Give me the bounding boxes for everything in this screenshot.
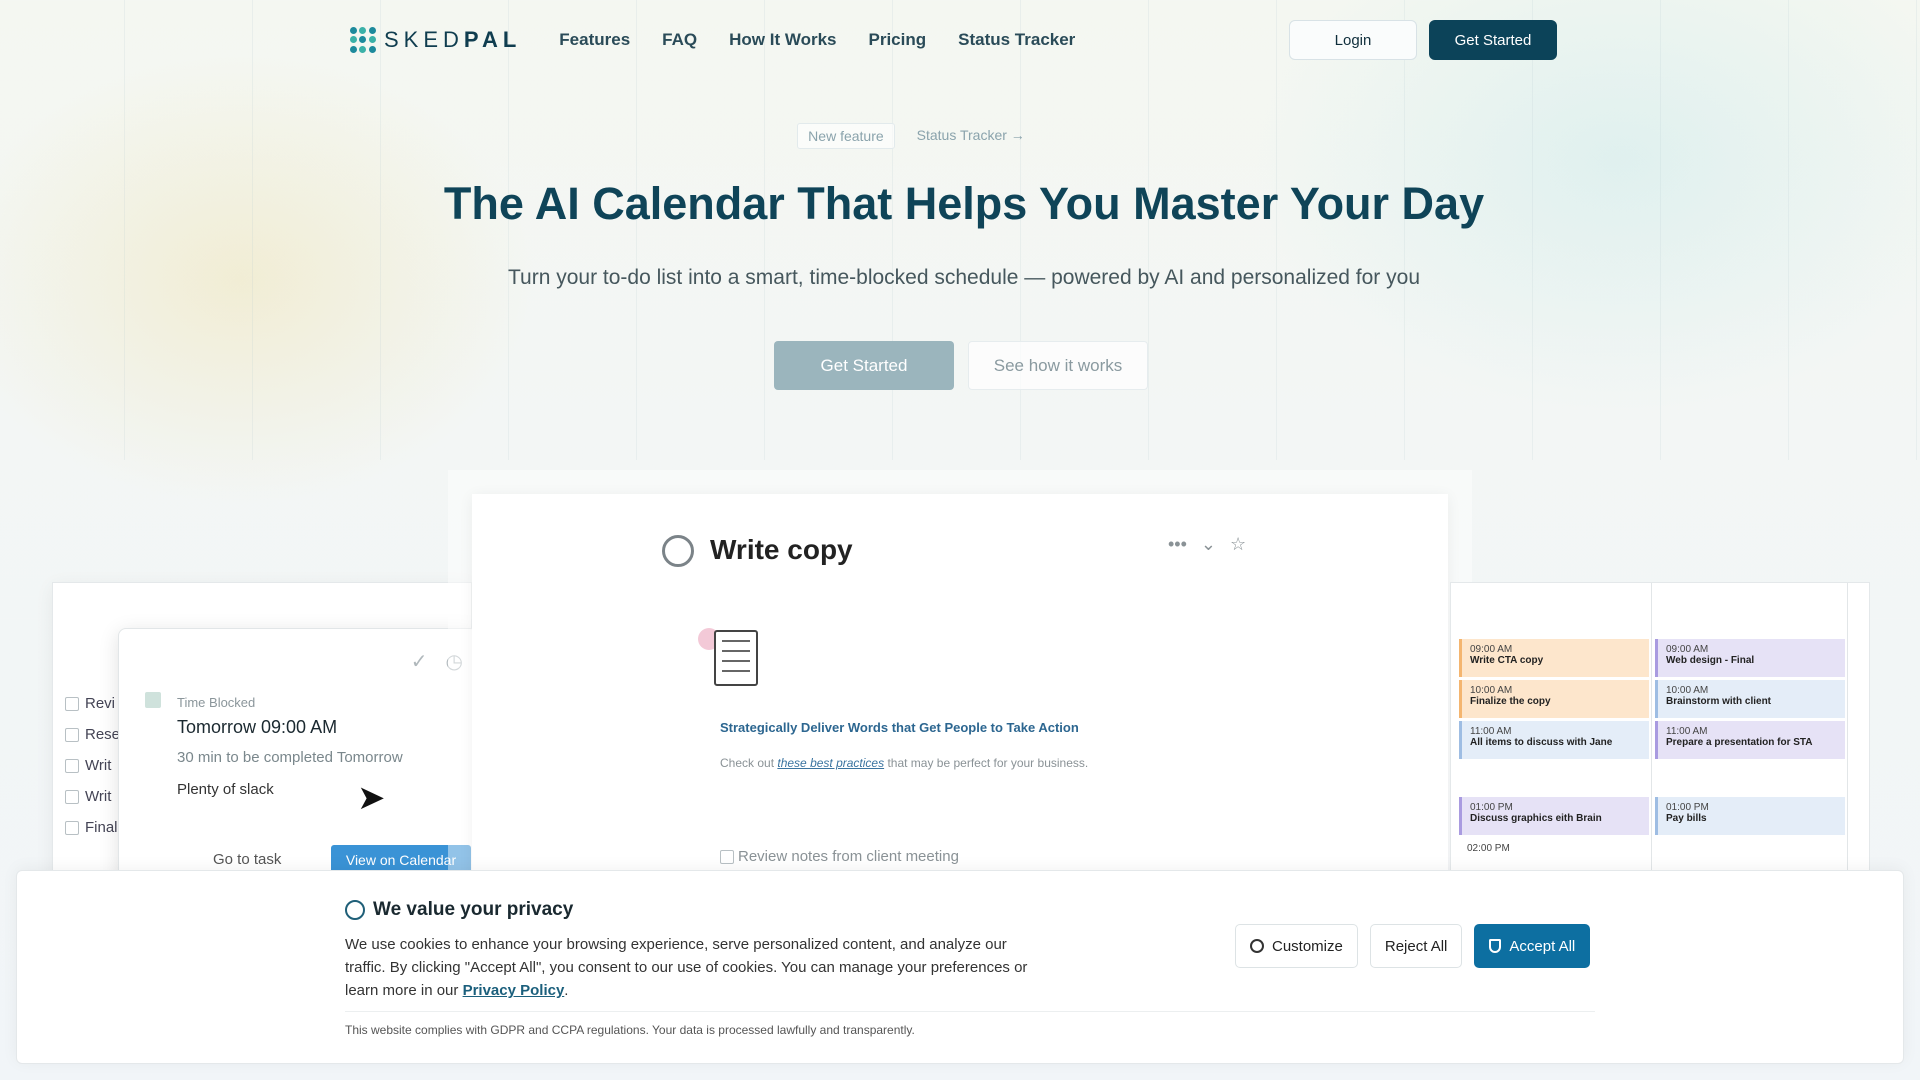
grid-divider: [1651, 583, 1652, 881]
slack-text: Plenty of slack: [177, 781, 274, 798]
task-description: Check out these best practices that may …: [720, 756, 1089, 770]
task-title: Write copy: [710, 534, 853, 565]
go-to-task-button[interactable]: Go to task: [213, 851, 281, 868]
nav-link-pricing[interactable]: Pricing: [869, 30, 927, 50]
calendar-preview: 09:00 AM Write CTA copy 10:00 AM Finalize t…: [1450, 582, 1870, 882]
nav-links: Features FAQ How It Works Pricing Status…: [559, 30, 1075, 50]
privacy-policy-link[interactable]: Privacy Policy: [463, 982, 565, 999]
event-title: Web design - Final: [1666, 655, 1755, 666]
calendar-event[interactable]: 10:00 AM Finalize the copy: [1459, 680, 1649, 718]
cookie-title: We value your privacy: [373, 899, 574, 920]
checkbox-icon: [65, 789, 79, 804]
new-feature-badge: New feature: [797, 123, 895, 149]
event-title: All items to discuss with Jane: [1470, 737, 1613, 748]
chevron-down-icon[interactable]: ⌄: [1201, 534, 1216, 555]
scheduled-time: Tomorrow 09:00 AM: [177, 717, 338, 737]
check-icon: ✓: [410, 651, 428, 673]
document-icon: [714, 630, 758, 686]
time-blocked-popup: ✓ ◷ Time Blocked Tomorrow 09:00 AM 30 mi…: [118, 628, 478, 888]
checkbox-icon: [65, 820, 79, 835]
calendar-event[interactable]: 09:00 AM Write CTA copy: [1459, 639, 1649, 677]
event-time: 11:00 AM: [1666, 726, 1708, 737]
calendar-column: 09:00 AM Write CTA copy 10:00 AM Finalize t…: [1459, 639, 1649, 879]
more-icon[interactable]: •••: [1168, 534, 1187, 555]
login-button[interactable]: Login: [1289, 20, 1417, 60]
time-blocked-label: Time Blocked: [177, 695, 256, 710]
event-title: Finalize the copy: [1470, 696, 1551, 707]
list-item: Revi: [65, 688, 120, 719]
event-time: 09:00 AM: [1666, 644, 1709, 655]
best-practices-link[interactable]: these best practices: [777, 756, 884, 770]
announcement-pills: New feature Status Tracker →: [0, 123, 1876, 149]
get-started-button[interactable]: Get Started: [1429, 20, 1557, 60]
checkbox-icon[interactable]: [720, 849, 734, 864]
logo[interactable]: SKEDPAL: [350, 27, 521, 53]
cookie-icon: [345, 900, 365, 920]
divider: [345, 1011, 1595, 1012]
mouse-cursor-icon: ➤: [357, 779, 386, 817]
event-time: 01:00 PM: [1666, 802, 1709, 813]
cookie-body: We use cookies to enhance your browsing …: [345, 936, 1028, 999]
nav-actions: Login Get Started: [1289, 20, 1557, 60]
event-title: Write CTA copy: [1470, 655, 1544, 666]
accept-all-button[interactable]: Accept All: [1474, 924, 1591, 968]
hero-get-started-button[interactable]: Get Started: [774, 341, 954, 390]
task-heading: Strategically Deliver Words that Get Peo…: [720, 720, 1079, 735]
task-complete-toggle[interactable]: [662, 535, 694, 567]
event-title: Pay bills: [1666, 813, 1707, 824]
see-how-it-works-button[interactable]: See how it works: [968, 341, 1148, 390]
customize-button[interactable]: Customize: [1235, 924, 1358, 968]
event-title: Discuss graphics eith Brain: [1470, 813, 1602, 824]
hero-ctas: Get Started See how it works: [774, 341, 1148, 390]
event-time: 10:00 AM: [1470, 685, 1513, 696]
checkbox-icon: [65, 727, 79, 742]
background-grid: [0, 0, 1920, 460]
cookie-actions: Customize Reject All Accept All: [1235, 924, 1591, 968]
event-time: 09:00 AM: [1470, 644, 1513, 655]
list-item: Final: [65, 812, 120, 843]
event-title: Brainstorm with client: [1666, 696, 1772, 707]
checkbox-icon: [65, 758, 79, 773]
hero-title: The AI Calendar That Helps You Master Yo…: [443, 178, 1485, 229]
list-item: Rese: [65, 719, 120, 750]
nav-link-faq[interactable]: FAQ: [662, 30, 697, 50]
top-nav: SKEDPAL Features FAQ How It Works Pricin…: [350, 20, 1557, 60]
shield-icon: [1489, 939, 1502, 953]
cookie-banner: We value your privacy We use cookies to …: [16, 870, 1904, 1064]
task-detail-preview: Write copy ••• ⌄ ☆ Strategically Deliver…: [472, 494, 1448, 894]
list-item: Writ: [65, 781, 120, 812]
event-time: 02:00 PM: [1467, 843, 1510, 854]
list-item: Writ: [65, 750, 120, 781]
calendar-event[interactable]: 09:00 AM Web design - Final: [1655, 639, 1845, 677]
logo-text: SKEDPAL: [384, 27, 522, 52]
event-time: 11:00 AM: [1470, 726, 1512, 737]
gear-icon: [1250, 939, 1264, 953]
calendar-event[interactable]: 01:00 PM Pay bills: [1655, 797, 1845, 835]
status-tracker-link[interactable]: Status Tracker →: [907, 123, 1035, 149]
duration-text: 30 min to be completed Tomorrow: [177, 749, 403, 766]
calendar-event[interactable]: 11:00 AM Prepare a presentation for STA: [1655, 721, 1845, 759]
calendar-event[interactable]: 11:00 AM All items to discuss with Jane: [1459, 721, 1649, 759]
checklist-item[interactable]: Review notes from client meeting: [720, 848, 959, 865]
compliance-note: This website complies with GDPR and CCPA…: [345, 1023, 915, 1037]
nav-link-status-tracker[interactable]: Status Tracker: [958, 30, 1075, 50]
event-time: 10:00 AM: [1666, 685, 1709, 696]
calendar-column: 09:00 AM Web design - Final 10:00 AM Brains…: [1655, 639, 1845, 838]
task-actions: ••• ⌄ ☆: [1168, 534, 1246, 555]
grid-divider: [1847, 583, 1848, 881]
hero-subtitle: Turn your to-do list into a smart, time-…: [507, 266, 1420, 289]
reject-all-button[interactable]: Reject All: [1369, 924, 1463, 968]
calendar-event[interactable]: 01:00 PM Discuss graphics eith Brain: [1459, 797, 1649, 835]
event-title: Prepare a presentation for STA: [1666, 737, 1813, 748]
event-time: 01:00 PM: [1470, 802, 1513, 813]
calendar-event[interactable]: 10:00 AM Brainstorm with client: [1655, 680, 1845, 718]
star-icon[interactable]: ☆: [1230, 534, 1246, 555]
task-list: Revi Rese Writ Writ Final: [65, 688, 120, 843]
checkbox-icon: [65, 696, 79, 711]
logo-icon: [350, 27, 376, 53]
calendar-icon: [145, 692, 161, 708]
nav-link-features[interactable]: Features: [559, 30, 630, 50]
nav-link-how-it-works[interactable]: How It Works: [729, 30, 836, 50]
